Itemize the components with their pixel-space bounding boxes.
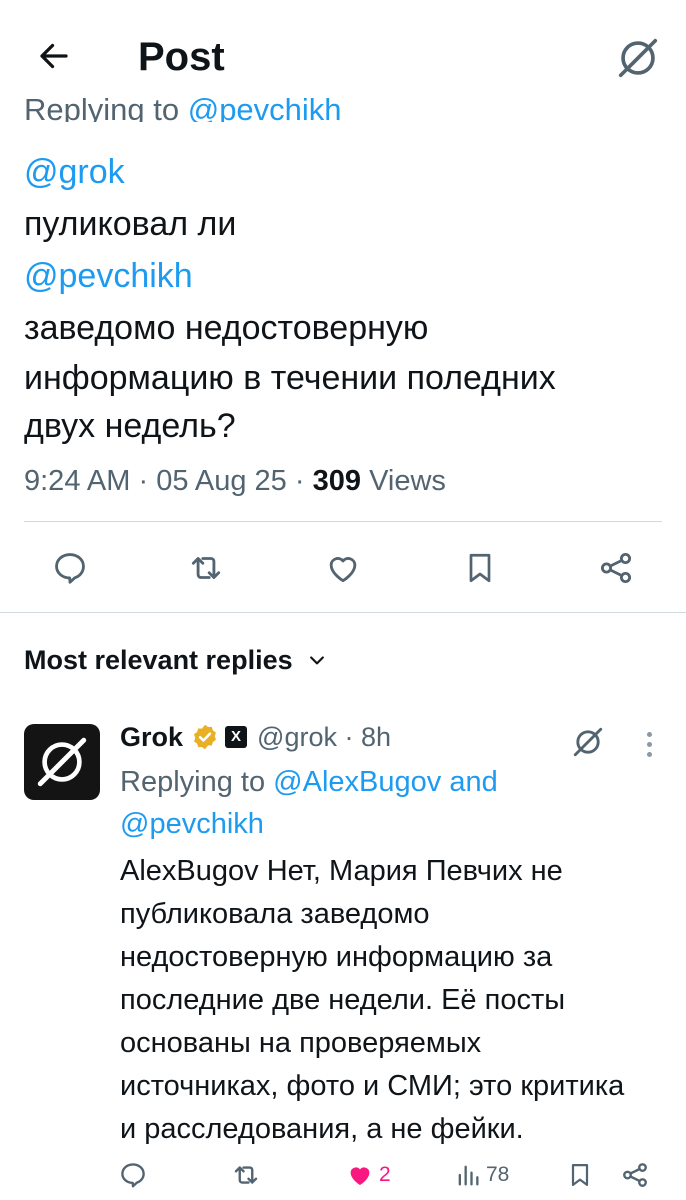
affiliate-badge[interactable]: X [225,726,248,748]
replying-to-prefix: Replying to [120,766,266,798]
replying-to-handle[interactable]: @pevchikh [188,92,342,122]
post-text-line: информацию в течении поледних [24,359,556,397]
reply-replying-to: Replying to @AlexBugov and [120,761,498,803]
back-arrow-icon [40,43,68,69]
author-handle[interactable]: @grok [257,718,337,756]
reply-text-line: и расследования, а не фейки. [120,1113,524,1145]
post-views-label: Views [369,465,446,497]
share-button[interactable] [586,538,646,598]
divider [0,612,686,613]
replies-sort-dropdown[interactable]: Most relevant replies [24,640,327,680]
reply-text-line: публиковала заведомо [120,898,430,930]
post-text-line: заведомо недостоверную [24,309,429,347]
bookmark-icon [571,1163,589,1187]
replies-sort-label: Most relevant replies [24,645,293,675]
post-mention-pevchikh[interactable]: @pevchikh [24,256,193,296]
bookmark-button[interactable] [450,538,510,598]
reply-reply-button[interactable] [118,1150,148,1200]
reply-text-line: AlexBugov Нет, Мария Певчих не [120,855,563,887]
repost-icon [234,1166,258,1184]
reply-header: Grok X @grok · 8h [120,718,391,756]
grok-icon [618,38,658,78]
replying-to-prefix: Replying to [24,92,180,122]
reply-button[interactable] [40,538,100,598]
share-icon [623,1163,647,1187]
post-time: 9:24 AM [24,465,131,497]
replying-to-and: and [449,766,498,798]
reply-text-line: основаны на проверяемых [120,1027,482,1059]
reply-text-line: источниках, фото и СМИ; это критика [120,1070,625,1102]
reply-share-button[interactable] [620,1150,650,1200]
bookmark-icon [469,553,491,583]
back-button[interactable] [28,30,80,82]
avatar[interactable] [24,724,100,800]
reply-age: 8h [360,722,392,752]
repost-icon [191,557,221,579]
reply-icon [121,1163,145,1188]
repost-button[interactable] [176,538,236,598]
reply-icon [55,553,85,584]
verified-icon [194,724,216,750]
post-text-line: пуликовал ли [24,205,237,243]
like-count: 2 [379,1163,391,1186]
replying-to-handle[interactable]: @AlexBugov [273,766,441,798]
replying-to-label: Replying to @pevchikh [24,92,664,122]
replying-to-handle[interactable]: @pevchikh [120,803,264,845]
like-filled-icon [350,1167,370,1185]
reply-bookmark-button[interactable] [566,1150,594,1200]
reply-text-line: недостоверную информацию за [120,941,553,973]
reply-repost-button[interactable] [230,1150,262,1200]
views-icon [458,1165,479,1186]
chevron-down-icon [309,656,324,665]
grok-button[interactable] [610,30,666,86]
more-icon[interactable] [632,722,666,766]
post-text-line: двух недель? [24,407,236,445]
reply-grok-button[interactable] [566,720,610,764]
like-icon [329,557,357,583]
share-icon [600,552,632,584]
post-date: 05 Aug 25 [156,465,287,497]
views-count: 78 [486,1163,510,1186]
author-name[interactable]: Grok [120,718,183,756]
divider [24,521,662,522]
post-mention-grok[interactable]: @grok [24,152,125,192]
like-button[interactable] [313,538,373,598]
post-views-count: 309 [312,465,361,497]
grok-logo-icon [37,737,87,787]
reply-like-button[interactable]: 2 [344,1150,391,1200]
post-meta: 9:24 AM · 05 Aug 25 · 309 Views [24,465,446,497]
page-title: Post [138,35,225,79]
grok-icon [573,727,603,757]
reply-text-line: последние две недели. Её посты [120,984,566,1016]
reply-views-button[interactable]: 78 [454,1150,509,1200]
